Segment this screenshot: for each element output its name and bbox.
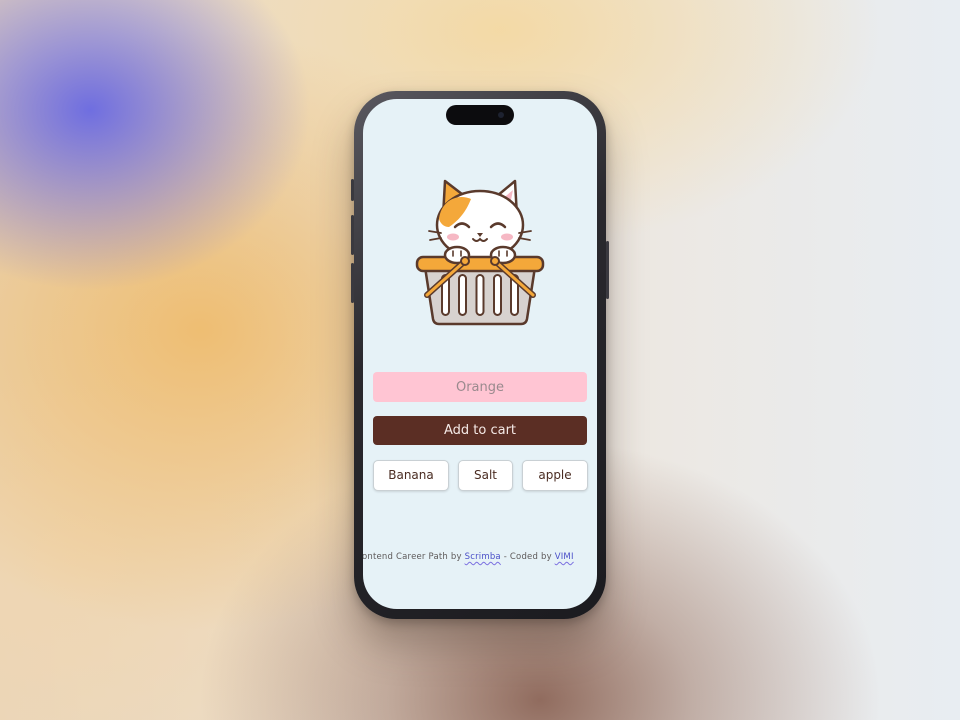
camera-icon <box>498 112 504 118</box>
list-item[interactable]: Salt <box>458 460 513 491</box>
dynamic-island <box>446 105 514 125</box>
footer-credit: Frontend Career Path by Scrimba - Coded … <box>363 552 597 562</box>
phone-mockup: Add to cart Banana Salt apple Frontend C… <box>351 91 609 619</box>
phone-volume-up-button <box>351 215 354 255</box>
phone-power-button <box>606 241 609 299</box>
item-input[interactable] <box>373 372 587 402</box>
scrimba-link[interactable]: Scrimba <box>465 552 501 562</box>
footer-prefix: Frontend Career Path by <box>363 552 465 562</box>
phone-side-button <box>351 179 354 201</box>
cat-in-basket-icon <box>415 175 545 327</box>
shopping-list: Banana Salt apple <box>373 460 589 492</box>
add-to-cart-button[interactable]: Add to cart <box>373 416 587 445</box>
list-item[interactable]: Banana <box>373 460 449 491</box>
list-item[interactable]: apple <box>522 460 588 491</box>
phone-volume-down-button <box>351 263 354 303</box>
footer-middle: - Coded by <box>500 552 555 562</box>
author-link[interactable]: VIMI <box>555 552 574 562</box>
app-screen: Add to cart Banana Salt apple Frontend C… <box>363 99 597 609</box>
